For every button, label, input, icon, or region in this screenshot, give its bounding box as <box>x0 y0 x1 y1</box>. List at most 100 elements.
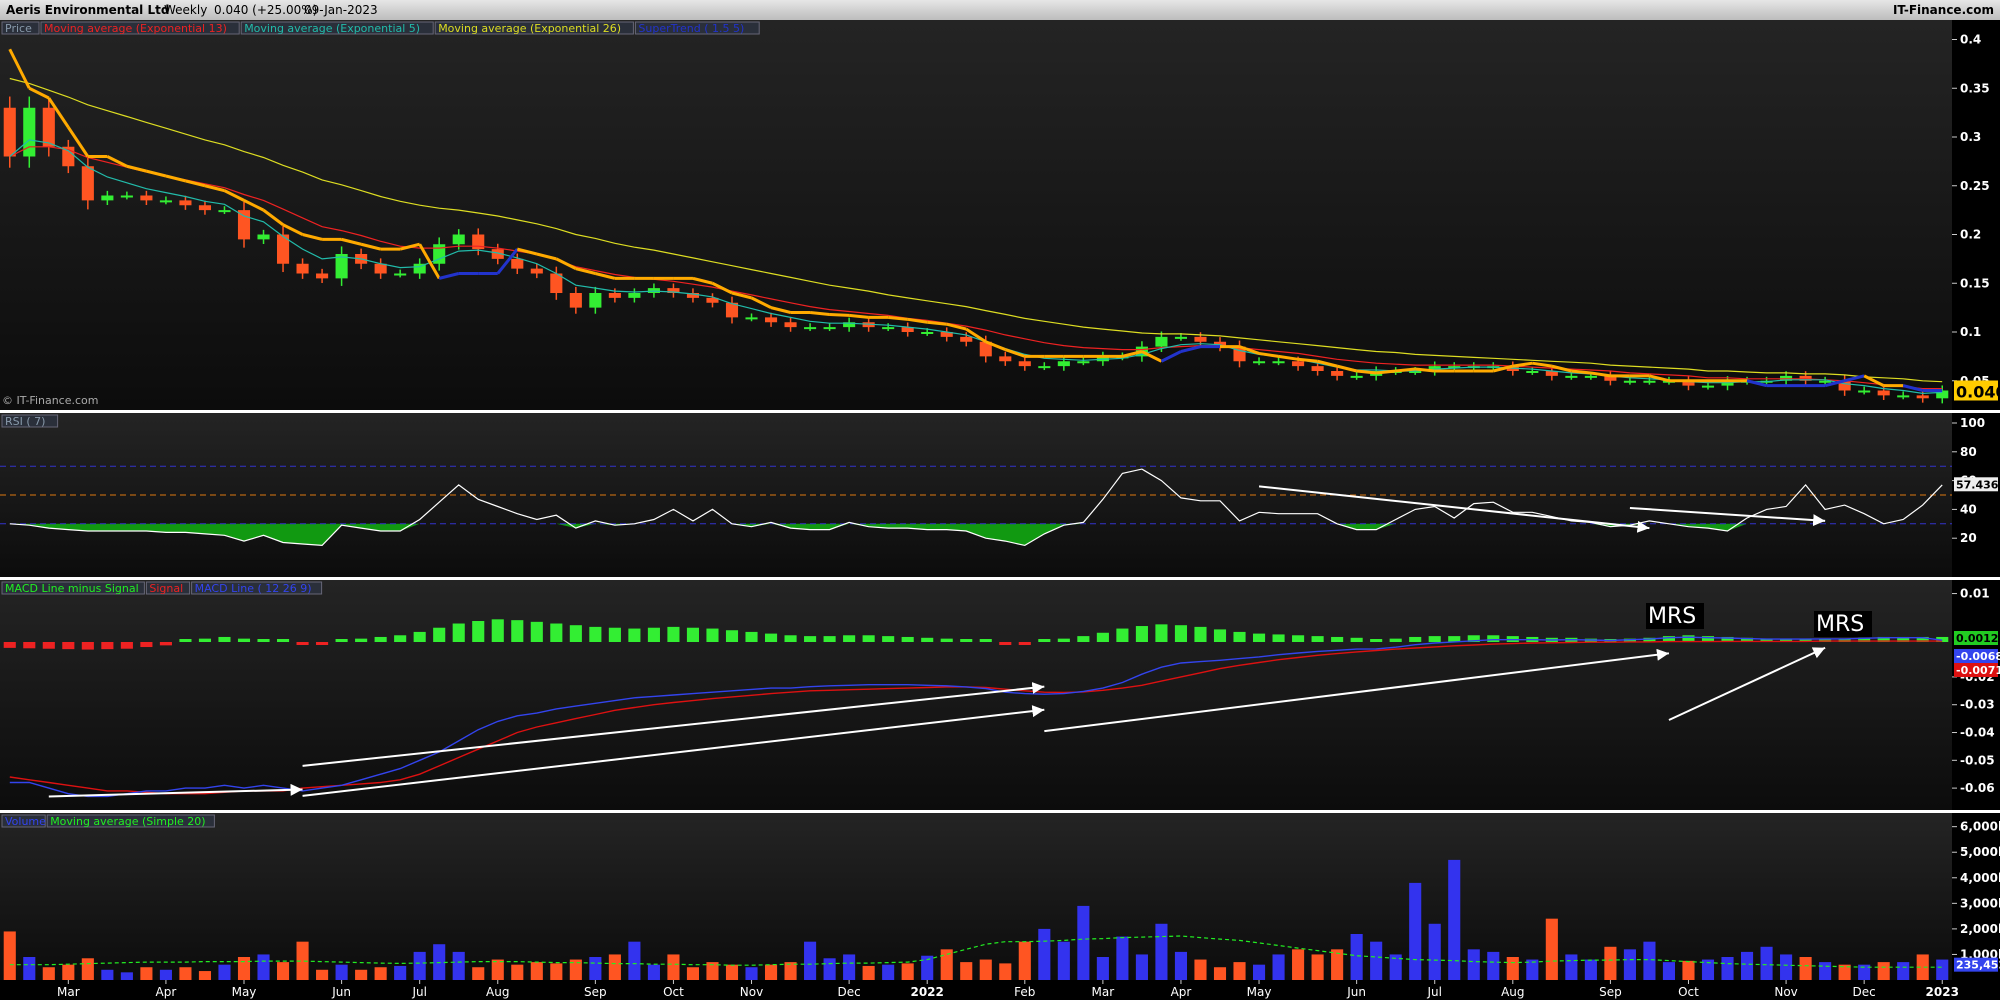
volume-bar <box>472 967 485 980</box>
macd-ytick-label: -0.06 <box>1960 781 1995 795</box>
macd-histogram-bar <box>1292 635 1305 642</box>
volume-ytick-label: 5,000k <box>1960 845 2000 859</box>
rsi-panel-axis-area <box>1952 413 2000 577</box>
macd-histogram-bar <box>940 638 953 642</box>
volume-bar <box>413 951 426 980</box>
volume-bar <box>1584 959 1597 980</box>
watermark: © IT-Finance.com <box>2 394 99 407</box>
candle-body <box>1057 361 1070 367</box>
volume-ytick-label: 3,000k <box>1960 896 2000 910</box>
candle-body <box>1252 361 1266 364</box>
candle-body <box>882 327 895 330</box>
rsi-ytick-label: 100 <box>1960 416 1985 430</box>
candle-body <box>1877 390 1890 396</box>
volume-bar <box>1760 946 1773 980</box>
volume-bar <box>1331 949 1344 980</box>
candle-body <box>589 293 602 308</box>
candle-body <box>1311 366 1324 371</box>
candle-body <box>823 327 836 330</box>
macd-histogram-bar <box>1409 636 1422 642</box>
price-ytick-label: 0.2 <box>1960 228 1981 242</box>
macd-histogram-bar <box>101 642 114 650</box>
supertrend-segment <box>809 311 830 316</box>
price-ytick-label: 0.35 <box>1960 81 1990 95</box>
macd-histogram-bar <box>452 623 465 642</box>
macd-histogram-bar <box>550 623 563 642</box>
macd-histogram-bar <box>335 639 348 642</box>
supertrend-segment <box>1395 367 1416 373</box>
volume-bar <box>179 967 192 980</box>
macd-histogram-bar <box>1428 636 1441 642</box>
volume-bar <box>1643 941 1656 980</box>
volume-bar <box>1780 954 1793 980</box>
candle-body <box>1584 375 1597 378</box>
volume-ytick-label: 2,000k <box>1960 922 2000 936</box>
price-legend-4: SuperTrend ( 1.5 5) <box>638 22 744 35</box>
candle-body <box>1155 336 1168 347</box>
price-legend-2: Moving average (Exponential 5) <box>244 22 420 35</box>
quote: 0.040 (+25.00%) <box>214 3 318 17</box>
macd-histogram-bar <box>725 630 739 642</box>
macd-histogram-bar <box>472 621 485 642</box>
volume-bar <box>1077 905 1090 980</box>
instrument-name: Aeris Environmental Ltd <box>6 3 170 17</box>
macd-histogram-bar <box>120 642 133 649</box>
macd-ytick-label: -0.03 <box>1960 698 1995 712</box>
candle-body <box>218 210 231 213</box>
macd-histogram-bar <box>81 642 94 650</box>
volume-bar <box>1018 941 1031 980</box>
xaxis-label: Sep <box>584 985 607 999</box>
macd-histogram-bar <box>1487 635 1500 642</box>
rsi-ytick-label: 40 <box>1960 502 1977 516</box>
candle-body <box>1623 380 1636 383</box>
macd-line-last-label: -0.0068 <box>1956 650 2000 663</box>
volume-bar <box>1194 959 1207 980</box>
supertrend-segment <box>829 312 850 317</box>
xaxis-label: Dec <box>838 985 861 999</box>
candle-body <box>140 195 153 201</box>
panel-separator <box>0 810 2000 813</box>
volume-bar <box>686 967 700 980</box>
volume-bar <box>1740 951 1754 980</box>
macd-hist-last-label: 0.0012 <box>1956 632 1998 645</box>
volume-bar <box>550 963 563 980</box>
price-legend-1: Moving average (Exponential 13) <box>44 22 227 35</box>
price-panel-background <box>0 20 1952 410</box>
xaxis-label: Jun <box>1346 985 1366 999</box>
volume-bar <box>276 962 290 980</box>
macd-histogram-bar <box>1252 633 1266 642</box>
volume-bar <box>1604 946 1617 980</box>
macd-histogram-bar <box>276 639 290 642</box>
candle-body <box>1701 385 1715 388</box>
macd-signal-last-label: -0.0071 <box>1956 664 2000 677</box>
volume-bar <box>1038 928 1051 980</box>
macd-histogram-bar <box>1370 639 1383 642</box>
candle-body <box>1643 380 1656 383</box>
price-ytick-label: 0.1 <box>1960 325 1981 339</box>
price-ytick-label: 0.3 <box>1960 130 1981 144</box>
xaxis-label: May <box>232 985 257 999</box>
macd-histogram-bar <box>1350 637 1363 642</box>
volume-bar <box>1819 962 1832 980</box>
macd-histogram-bar <box>1213 629 1227 642</box>
macd-histogram-bar <box>745 631 758 642</box>
volume-bar <box>355 969 368 980</box>
volume-bar <box>1409 882 1422 980</box>
macd-histogram-bar <box>1038 639 1051 642</box>
candle-body <box>1916 395 1929 399</box>
chart-area[interactable]: Price Moving average (Exponential 13) Movi… <box>0 20 2000 1000</box>
rsi-legend-0: RSI ( 7) <box>5 415 45 428</box>
volume-bar <box>823 958 836 980</box>
macd-histogram-bar <box>1057 638 1070 642</box>
volume-bar <box>257 954 270 980</box>
macd-histogram-bar <box>862 635 875 642</box>
supertrend-segment <box>1376 369 1396 375</box>
volume-bar <box>960 962 973 980</box>
volume-bar <box>218 964 231 980</box>
xaxis-label: Oct <box>663 985 684 999</box>
macd-histogram-bar <box>511 620 524 642</box>
volume-bar <box>725 964 739 980</box>
xaxis-label: Apr <box>156 985 177 999</box>
macd-histogram-bar <box>921 637 934 642</box>
volume-bar <box>1623 949 1636 980</box>
